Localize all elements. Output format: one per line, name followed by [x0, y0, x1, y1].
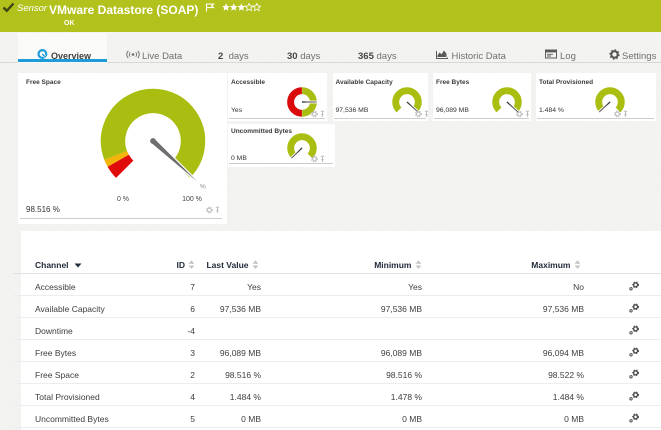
svg-text:%: % — [200, 184, 206, 191]
